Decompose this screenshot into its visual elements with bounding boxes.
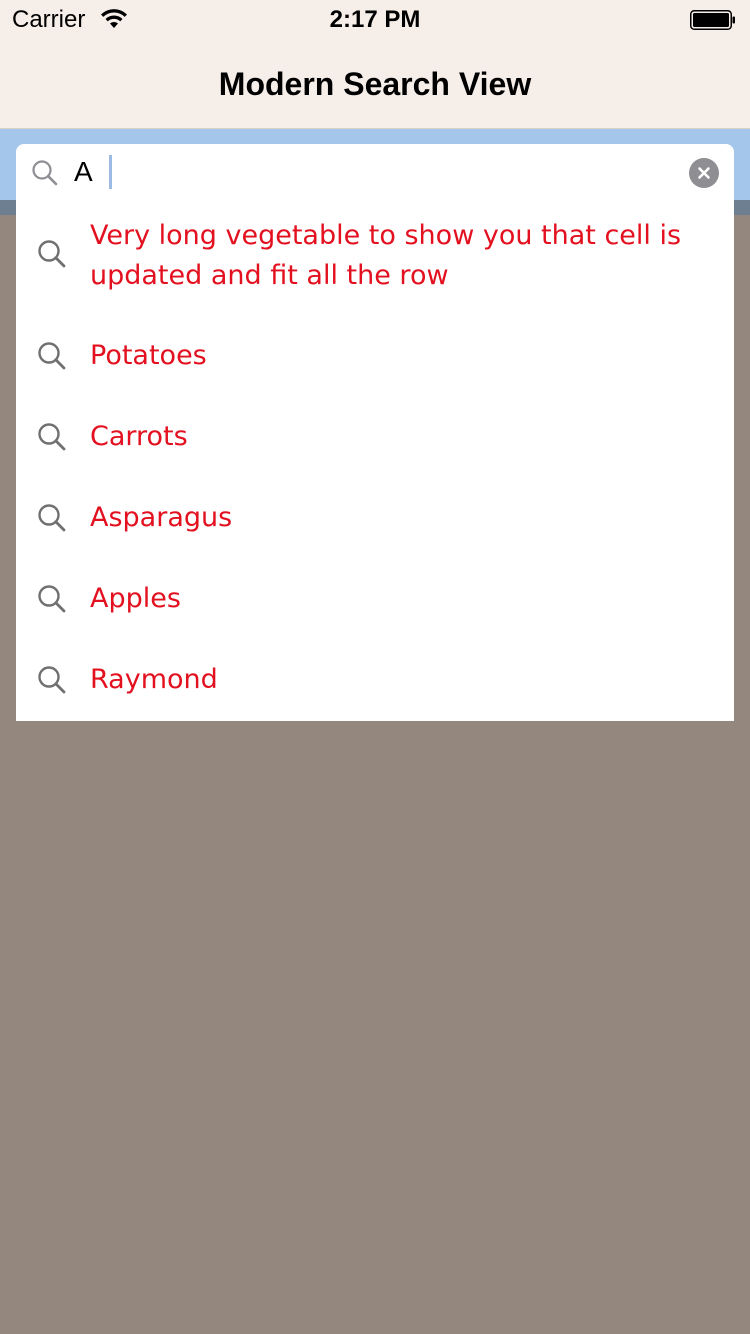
result-item[interactable]: Apples (16, 559, 734, 640)
result-label: Asparagus (90, 502, 233, 533)
clear-button[interactable] (689, 158, 719, 188)
result-label: Very long vegetable to show you that cel… (90, 220, 682, 291)
clear-icon (698, 167, 710, 179)
search-input[interactable] (74, 152, 674, 192)
result-label: Raymond (90, 664, 218, 695)
search-icon (38, 504, 66, 532)
status-bar: Carrier 2:17 PM (0, 0, 750, 40)
result-label: Apples (90, 583, 181, 614)
result-item[interactable]: Asparagus (16, 478, 734, 559)
search-icon (38, 666, 66, 694)
battery-icon (690, 10, 735, 30)
search-field[interactable] (16, 144, 734, 200)
result-label: Carrots (90, 421, 188, 452)
result-item[interactable]: Potatoes (16, 316, 734, 397)
search-icon (38, 423, 66, 451)
results-list: Very long vegetable to show you that cel… (16, 200, 734, 721)
result-item[interactable]: Raymond (16, 640, 734, 721)
navigation-bar: Carrier 2:17 PM Modern Search View (0, 0, 750, 129)
search-icon (38, 342, 66, 370)
search-panel: Very long vegetable to show you that cel… (16, 144, 734, 721)
result-label: Potatoes (90, 340, 207, 371)
search-icon (38, 585, 66, 613)
text-cursor (109, 155, 112, 189)
status-time: 2:17 PM (329, 6, 421, 33)
page-title: Modern Search View (218, 66, 532, 102)
result-item[interactable]: Very long vegetable to show you that cel… (16, 200, 734, 316)
search-icon (32, 160, 58, 186)
search-icon (38, 240, 66, 268)
result-item[interactable]: Carrots (16, 397, 734, 478)
